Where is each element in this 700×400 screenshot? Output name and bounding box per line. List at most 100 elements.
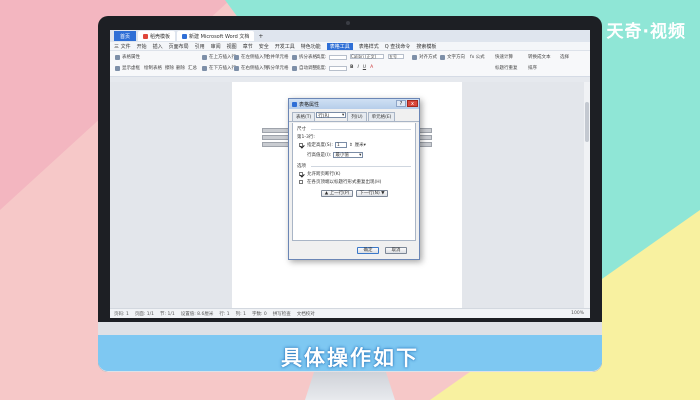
caption: 具体操作如下: [281, 346, 419, 370]
merge-cells-button[interactable]: 合并单元格: [266, 54, 289, 60]
divider: [311, 129, 411, 130]
app-tab-bar: 首页 稻壳模板 新建 Microsoft Word 文档 +: [110, 30, 590, 42]
height-field[interactable]: 高度:: [316, 54, 347, 60]
menu-review[interactable]: 审阅: [211, 43, 221, 50]
scrollbar-thumb[interactable]: [585, 102, 589, 142]
tab-templates[interactable]: 稻壳模板: [138, 31, 176, 41]
text-direction-button[interactable]: 文字方向: [440, 54, 465, 60]
quick-calc-button[interactable]: 快速计算: [495, 54, 513, 60]
proofread-button[interactable]: 文档校对: [297, 311, 315, 317]
menu-search-templates[interactable]: 搜索模板: [416, 43, 436, 50]
divider: [311, 166, 411, 167]
menu-view[interactable]: 视图: [227, 43, 237, 50]
status-pages: 页面: 1/1: [134, 311, 155, 317]
tab-home[interactable]: 首页: [114, 31, 137, 41]
row-height-row: 行高值是(I): 最小值: [307, 152, 364, 158]
summary-button[interactable]: 汇总: [188, 65, 197, 71]
unit-select[interactable]: 厘米▾: [355, 142, 366, 148]
dialog-tabs: 表格(T) 行(R) 列(U) 单元格(E): [289, 109, 419, 122]
repeat-header-checkbox[interactable]: [299, 180, 303, 184]
width-field[interactable]: 宽度:: [316, 65, 347, 71]
to-text-button[interactable]: 转换成文本: [528, 54, 551, 60]
italic-icon[interactable]: I: [357, 65, 358, 70]
menu-developer[interactable]: 开发工具: [275, 43, 295, 50]
bold-icon[interactable]: B: [350, 65, 353, 70]
insert-right-button[interactable]: 在右侧插入列: [234, 65, 268, 71]
status-col: 列: 1: [235, 311, 246, 317]
camera-icon: [346, 21, 350, 25]
tab-row[interactable]: 行(R): [316, 112, 347, 119]
tab-table[interactable]: 表格(T): [292, 112, 316, 121]
specify-height-checkbox[interactable]: [299, 143, 303, 147]
menu-security[interactable]: 安全: [259, 43, 269, 50]
status-page: 页码: 1: [114, 311, 129, 317]
menu-chapter[interactable]: 章节: [243, 43, 253, 50]
align-button[interactable]: 对齐方式: [412, 54, 437, 60]
next-row-button[interactable]: 下一行(N) ▼: [356, 190, 388, 197]
delete-button[interactable]: 删除: [176, 65, 185, 71]
table-properties-button[interactable]: 表格属性: [115, 54, 140, 60]
help-button[interactable]: ?: [396, 100, 406, 107]
select-button[interactable]: 选择: [560, 54, 569, 60]
header-repeat-button[interactable]: 标题行重复: [495, 65, 518, 71]
menu-home[interactable]: 开始: [137, 43, 147, 50]
allow-break-row: 允许跨页断行(K): [299, 171, 340, 177]
table-icon: [115, 54, 120, 60]
tab-cell[interactable]: 单元格(E): [367, 112, 396, 121]
eraser-button[interactable]: 擦除: [165, 65, 174, 71]
font-format-buttons[interactable]: BIUA: [350, 65, 373, 70]
zoom-level[interactable]: 100%: [571, 311, 584, 316]
text-direction-icon: [440, 54, 445, 60]
spell-check-button[interactable]: 拼写检查: [273, 311, 291, 317]
new-tab-icon[interactable]: +: [258, 33, 263, 40]
size-section-label: 尺寸: [297, 127, 306, 132]
row-height-select[interactable]: 最小值: [333, 152, 364, 158]
menu-table-tools[interactable]: 表格工具: [326, 42, 353, 50]
auto-fit-icon: [292, 65, 297, 71]
font-color-icon[interactable]: A: [370, 65, 373, 70]
underline-icon[interactable]: U: [363, 65, 366, 70]
row-range-label: 第1-3行:: [297, 135, 315, 140]
previous-row-button[interactable]: ▲ 上一行(P): [321, 190, 353, 197]
screen: 首页 稻壳模板 新建 Microsoft Word 文档 + 三 文件 开始 插…: [110, 30, 590, 318]
menu-features[interactable]: 特色功能: [301, 43, 321, 50]
draw-table-button[interactable]: 绘制表格: [144, 65, 162, 71]
auto-fit-button[interactable]: 自动调整: [292, 65, 317, 71]
cancel-button[interactable]: 取消: [385, 247, 407, 254]
insert-row-icon: [202, 65, 207, 71]
menu-layout[interactable]: 页面布局: [169, 43, 189, 50]
watermark: 天奇·视频: [606, 22, 686, 42]
height-input[interactable]: 1: [334, 142, 347, 148]
table-properties-dialog: 表格属性 ? x 表格(T) 行(R) 列(U) 单元格(E) 尺寸 第1-3行…: [288, 98, 420, 260]
close-button[interactable]: x: [407, 100, 418, 107]
tab-column[interactable]: 列(U): [347, 112, 367, 121]
menu-search-command[interactable]: Q 查找命令: [385, 43, 411, 50]
show-grid-button[interactable]: 显示虚框: [115, 65, 140, 71]
dialog-titlebar[interactable]: 表格属性 ? x: [289, 99, 419, 109]
vertical-scrollbar[interactable]: [584, 82, 590, 308]
status-bar: 页码: 1 页面: 1/1 节: 1/1 设置值: 8.6厘米 行: 1 列: …: [110, 308, 590, 318]
insert-column-icon: [234, 65, 239, 71]
font-size-select[interactable]: 五号: [388, 54, 404, 59]
menu-file[interactable]: 三 文件: [114, 43, 131, 50]
menu-insert[interactable]: 插入: [153, 43, 163, 50]
menu-references[interactable]: 引用: [195, 43, 205, 50]
insert-below-button[interactable]: 在下方插入行: [202, 65, 236, 71]
specify-height-label: 指定高度(S):: [307, 143, 333, 148]
wps-icon: [292, 101, 297, 107]
tab-document[interactable]: 新建 Microsoft Word 文档: [177, 31, 255, 41]
word-doc-icon: [182, 33, 188, 39]
allow-break-checkbox[interactable]: [299, 172, 303, 176]
status-setting: 设置值: 8.6厘米: [180, 311, 214, 317]
formula-button[interactable]: fx 公式: [470, 54, 485, 60]
insert-left-button[interactable]: 在左侧插入列: [234, 54, 268, 60]
split-table-button[interactable]: 拆分表格: [292, 54, 317, 60]
height-spinner-icon[interactable]: ⇕: [349, 143, 353, 148]
ok-button[interactable]: 确定: [357, 247, 379, 254]
sort-button[interactable]: 排序: [528, 65, 537, 71]
repeat-header-label: 在各页顶端以标题行形式重复出现(H): [307, 180, 382, 185]
insert-above-button[interactable]: 在上方插入行: [202, 54, 236, 60]
font-select[interactable]: Calibri (正文): [350, 54, 384, 59]
menu-table-style[interactable]: 表格样式: [359, 43, 379, 50]
split-cells-button[interactable]: 拆分单元格: [266, 65, 289, 71]
